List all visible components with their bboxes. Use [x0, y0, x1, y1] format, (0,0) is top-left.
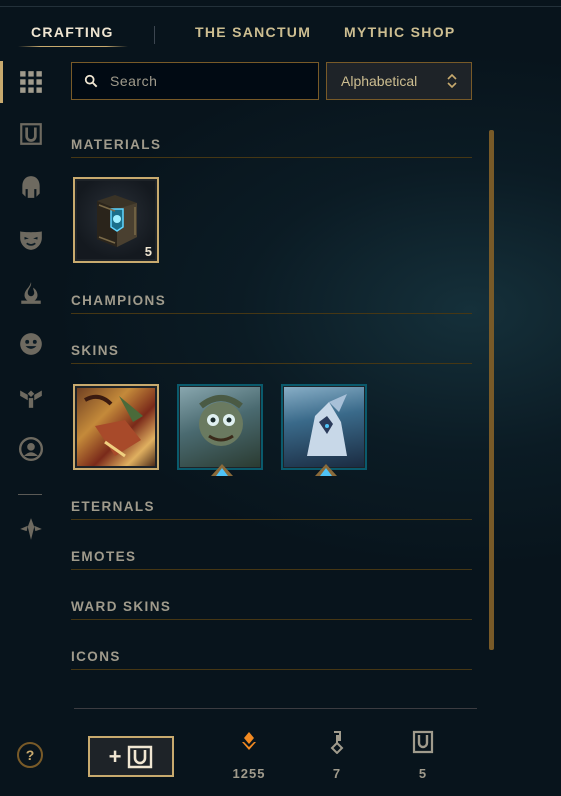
section-champions[interactable]: CHAMPIONS — [71, 293, 472, 314]
mask-icon[interactable] — [16, 224, 46, 254]
material-count: 5 — [144, 244, 152, 259]
search-icon — [84, 74, 98, 88]
section-eternals[interactable]: ETERNALS — [71, 499, 472, 520]
section-materials[interactable]: MATERIALS — [71, 137, 472, 158]
skin-tile-2[interactable] — [177, 384, 263, 476]
add-plus-label: + — [108, 743, 122, 769]
active-tab-underline — [18, 46, 128, 47]
chest-icon — [128, 745, 153, 768]
tab-mythic-shop[interactable]: MYTHIC SHOP — [344, 24, 456, 40]
section-skins[interactable]: SKINS — [71, 343, 472, 364]
skin-art-1 — [84, 394, 143, 458]
top-border — [0, 0, 561, 7]
section-eternals-label: ETERNALS — [71, 499, 155, 514]
sort-dropdown[interactable]: Alphabetical — [326, 62, 472, 100]
profile-icon[interactable] — [16, 434, 46, 464]
grid-icon[interactable] — [16, 67, 46, 97]
section-emotes-label: EMOTES — [71, 549, 137, 564]
chest-counter: 5 — [393, 730, 453, 781]
add-chest-button[interactable]: + — [88, 736, 174, 777]
section-ward-skins[interactable]: WARD SKINS — [71, 599, 472, 620]
disenchant-triangle-icon — [211, 464, 233, 476]
material-tile-chest[interactable]: 5 — [73, 177, 159, 263]
section-materials-label: MATERIALS — [71, 137, 162, 152]
key-icon — [330, 731, 344, 754]
scrollbar[interactable] — [489, 130, 494, 650]
key-value: 7 — [332, 766, 342, 781]
orange-essence-icon — [242, 732, 256, 750]
section-icons-label: ICONS — [71, 649, 121, 664]
search-box[interactable] — [71, 62, 319, 100]
top-tabs: CRAFTING THE SANCTUM MYTHIC SHOP — [0, 24, 561, 50]
search-input[interactable] — [108, 72, 312, 90]
flame-icon[interactable] — [16, 278, 46, 308]
orange-essence-counter: 1255 — [219, 730, 279, 781]
section-emotes[interactable]: EMOTES — [71, 549, 472, 570]
skin-art-3 — [307, 394, 347, 456]
key-counter: 7 — [307, 730, 367, 781]
helmet-icon[interactable] — [16, 172, 46, 202]
section-icons[interactable]: ICONS — [71, 649, 472, 670]
section-ward-skins-label: WARD SKINS — [71, 599, 172, 614]
chest-value: 5 — [418, 766, 428, 781]
emote-icon[interactable] — [16, 329, 46, 359]
eternals-icon[interactable] — [16, 514, 46, 544]
tab-crafting[interactable]: CRAFTING — [31, 24, 114, 40]
tab-separator — [154, 26, 155, 44]
skin-tile-3[interactable] — [281, 384, 367, 476]
footer-divider — [74, 708, 477, 709]
help-button[interactable]: ? — [17, 742, 43, 768]
section-skins-label: SKINS — [71, 343, 120, 358]
ward-icon[interactable] — [16, 382, 46, 412]
orange-essence-value: 1255 — [232, 766, 266, 781]
chest-icon — [412, 730, 434, 754]
sort-value: Alphabetical — [341, 73, 418, 89]
tab-the-sanctum[interactable]: THE SANCTUM — [195, 24, 311, 40]
sidebar-selection-indicator — [0, 61, 3, 103]
chest-icon[interactable] — [16, 119, 46, 149]
skin-tile-1[interactable] — [73, 384, 159, 470]
sidebar-divider — [18, 494, 42, 495]
dropdown-arrows-icon — [447, 73, 457, 89]
skin-art-2 — [199, 395, 243, 446]
disenchant-triangle-icon — [315, 464, 337, 476]
section-champions-label: CHAMPIONS — [71, 293, 167, 308]
